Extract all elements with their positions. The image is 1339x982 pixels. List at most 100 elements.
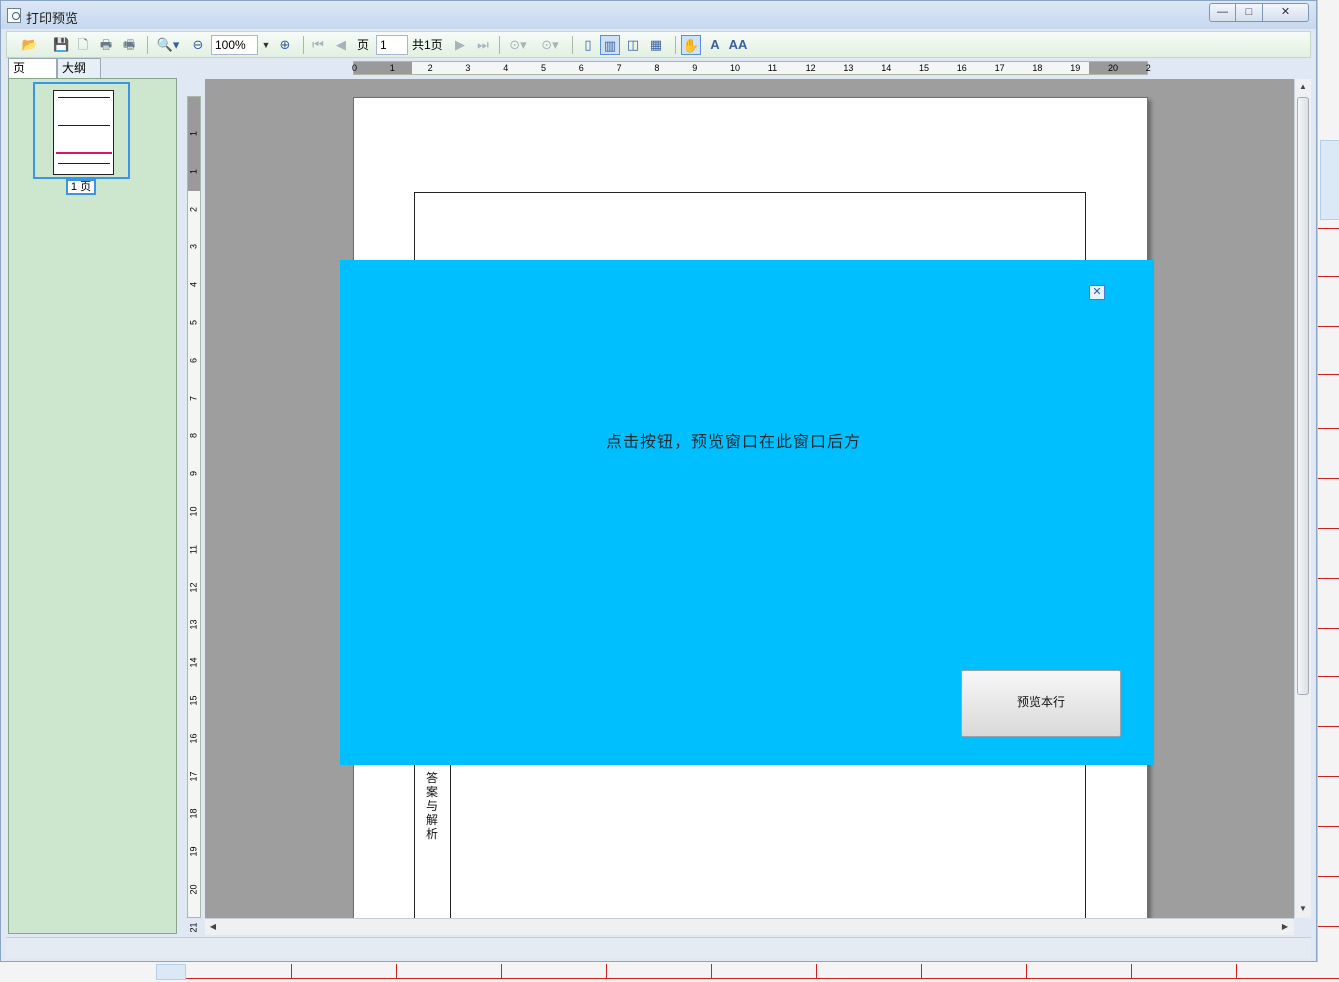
background-grid-line — [1131, 964, 1132, 979]
ruler-tick-label: 6 — [578, 63, 584, 73]
ruler-tick-label: 18 — [188, 808, 199, 819]
open-icon[interactable]: 📂 — [17, 35, 43, 55]
multi-page-icon[interactable]: ▦ — [647, 35, 665, 55]
horizontal-scrollbar[interactable]: ◀ ▶ — [205, 918, 1294, 935]
ruler-tick-label: 7 — [616, 63, 622, 73]
ruler-tick-label: 2 — [427, 63, 433, 73]
ruler-tick-label: 17 — [188, 771, 199, 782]
last-page-icon[interactable]: ⏭ — [475, 35, 491, 55]
thumbnail-label: 1 页 — [66, 179, 96, 195]
toolbar-separator — [499, 36, 500, 54]
tab-pages[interactable]: 页 — [8, 58, 57, 79]
tab-outline[interactable]: 大纲 — [57, 58, 101, 78]
vertical-ruler: 1 1 2 3 4 5 6 7 8 9 10 11 12 13 14 15 16 17 18 19 20 21 — [187, 96, 201, 932]
title-bar: 打印预览 — □ ✕ — [1, 1, 1316, 29]
ruler-tick-label: 1 — [188, 131, 199, 137]
zoom-dropdown-icon[interactable]: ▼ — [261, 35, 271, 55]
background-grid-line — [1236, 964, 1237, 979]
background-grid-line — [1318, 326, 1339, 327]
toolbar-separator — [147, 36, 148, 54]
save-icon[interactable]: 💾 — [53, 35, 69, 55]
background-grid-line — [1318, 628, 1339, 629]
page-thumbnail[interactable] — [33, 82, 130, 179]
background-grid-line — [711, 964, 712, 979]
vertical-scroll-thumb[interactable] — [1297, 97, 1309, 695]
toolbar-separator — [303, 36, 304, 54]
back-icon[interactable]: ⊙▾ — [504, 35, 532, 55]
thumbnail-panel: 1 页 — [8, 78, 177, 934]
ruler-tick-label: 5 — [188, 320, 199, 326]
total-pages-label: 共1页 — [412, 38, 443, 52]
hand-tool-icon[interactable]: ✋ — [681, 35, 701, 55]
first-page-icon[interactable]: ⏮ — [310, 35, 326, 55]
background-grid-line — [1318, 876, 1339, 877]
zoom-plus-icon[interactable]: ⊕ — [277, 35, 293, 55]
page-input[interactable]: 1 — [376, 35, 408, 55]
print-setup-icon[interactable]: 🖷 — [121, 35, 137, 55]
scroll-up-icon[interactable]: ▲ — [1295, 79, 1311, 95]
status-bar — [6, 937, 1311, 959]
find-icon[interactable]: AA — [728, 35, 748, 55]
ruler-tick-label: 3 — [188, 244, 199, 250]
scroll-left-icon[interactable]: ◀ — [205, 919, 221, 935]
page-label: 页 — [357, 38, 370, 52]
ruler-tick-label: 10 — [730, 63, 741, 73]
prev-page-icon[interactable]: ◀ — [333, 35, 349, 55]
background-grid-line — [291, 964, 292, 979]
ruler-tick-label: 2 — [188, 206, 199, 212]
text-select-icon[interactable]: A — [706, 35, 724, 55]
ruler-margin — [354, 62, 412, 74]
background-grid-line — [1318, 528, 1339, 529]
single-page-icon[interactable]: ▯ — [579, 35, 597, 55]
background-grid-line — [1318, 228, 1339, 229]
toolbar-separator — [572, 36, 573, 54]
background-grid-line — [501, 964, 502, 979]
thumbnail-line — [58, 97, 110, 98]
ruler-tick-label: 16 — [956, 63, 967, 73]
next-page-icon[interactable]: ▶ — [452, 35, 468, 55]
print-icon[interactable]: 🖶 — [97, 35, 115, 55]
zoom-in-icon[interactable]: 🔍▾ — [155, 35, 181, 55]
ruler-tick-label: 17 — [994, 63, 1005, 73]
ruler-tick-label: 11 — [188, 544, 199, 554]
background-grid-line — [606, 964, 607, 979]
ruler-tick-label: 20 — [188, 884, 199, 895]
background-grid — [186, 964, 1339, 979]
vertical-scrollbar[interactable]: ▲ ▼ — [1294, 79, 1311, 918]
close-window-button[interactable]: ✕ — [1262, 3, 1309, 22]
background-app-right — [1317, 0, 1339, 982]
ruler-tick-label: 12 — [188, 582, 199, 593]
forward-icon[interactable]: ⊙▾ — [536, 35, 564, 55]
background-grid-line — [1318, 578, 1339, 579]
horizontal-ruler: 0 1 2 3 4 5 6 7 8 9 10 11 12 13 14 15 16 17 18 19 20 2 — [352, 61, 1151, 75]
ruler-tick-label: 4 — [188, 282, 199, 288]
scroll-down-icon[interactable]: ▼ — [1295, 901, 1311, 917]
zoom-out-icon[interactable]: ⊖ — [190, 35, 206, 55]
scroll-right-icon[interactable]: ▶ — [1277, 919, 1293, 935]
facing-icon[interactable]: ◫ — [624, 35, 642, 55]
new-icon[interactable]: 🗋 — [75, 35, 91, 55]
ruler-tick-label: 2 — [1145, 63, 1151, 73]
answer-label: 答案与解析 — [425, 771, 438, 841]
background-grid-line — [1318, 776, 1339, 777]
popup-close-button[interactable]: ✕ — [1089, 285, 1105, 300]
ruler-tick-label: 0 — [352, 63, 358, 73]
zoom-field[interactable]: 100% — [211, 35, 258, 55]
maximize-button[interactable]: □ — [1235, 3, 1263, 22]
ruler-tick-label: 11 — [767, 63, 778, 73]
thumbnail-page — [53, 90, 114, 175]
background-grid-line — [396, 964, 397, 979]
background-grid-line — [1026, 964, 1027, 979]
ruler-tick-label: 14 — [881, 63, 892, 73]
ruler-tick-label: 20 — [1108, 63, 1119, 73]
minimize-button[interactable]: — — [1209, 3, 1236, 22]
ruler-tick-label: 1 — [188, 168, 199, 174]
ruler-tick-label: 15 — [188, 695, 199, 706]
background-grid-line — [921, 964, 922, 979]
continuous-icon[interactable]: ▥ — [600, 35, 620, 55]
ruler-tick-label: 19 — [1070, 63, 1081, 73]
preview-row-button[interactable]: 预览本行 — [961, 670, 1121, 737]
ruler-tick-label: 5 — [541, 63, 547, 73]
background-grid-line — [1318, 276, 1339, 277]
window-title: 打印预览 — [26, 11, 79, 26]
